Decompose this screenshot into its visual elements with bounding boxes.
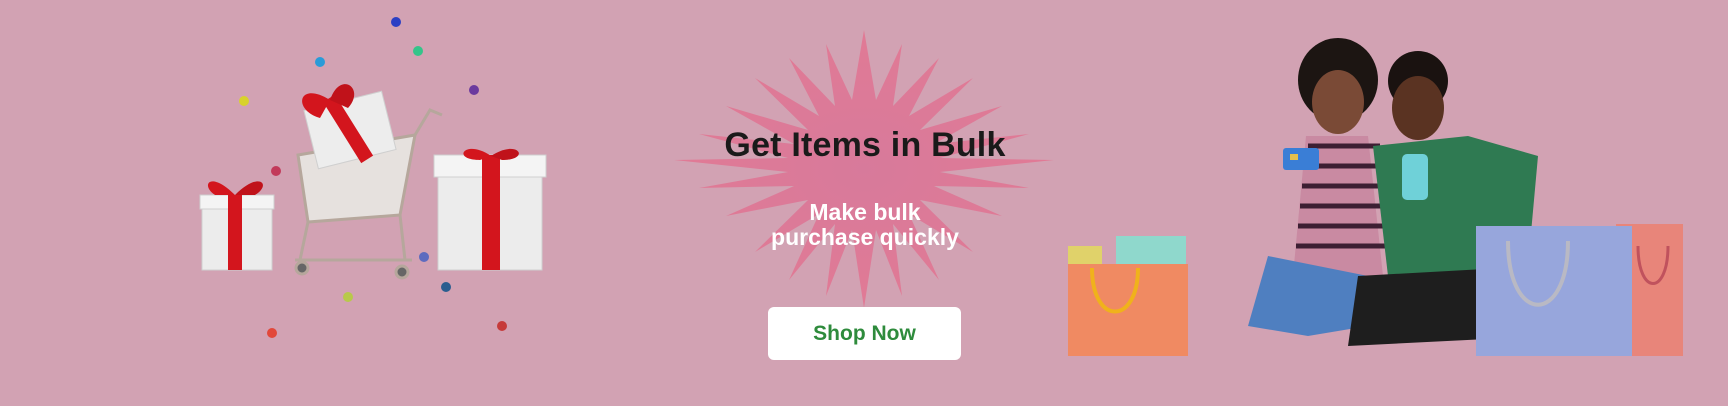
starburst-decoration (674, 30, 1054, 308)
subheadline: Make bulk purchase quickly (690, 200, 1040, 250)
couple-shopping-illustration (1068, 38, 1683, 356)
subheadline-line-2: purchase quickly (771, 224, 959, 250)
gift-box-right (433, 148, 547, 271)
headline: Get Items in Bulk (724, 126, 1006, 164)
shopping-bags-left (1068, 236, 1188, 356)
shop-now-button[interactable]: Shop Now (768, 307, 961, 360)
shopping-bags-right (1476, 224, 1683, 356)
promo-banner[interactable]: Get Items in Bulk Make bulk purchase qui… (0, 0, 1728, 406)
subheadline-line-1: Make bulk (809, 199, 921, 225)
gift-box-left (199, 181, 275, 271)
gift-cart-illustration (199, 17, 547, 338)
